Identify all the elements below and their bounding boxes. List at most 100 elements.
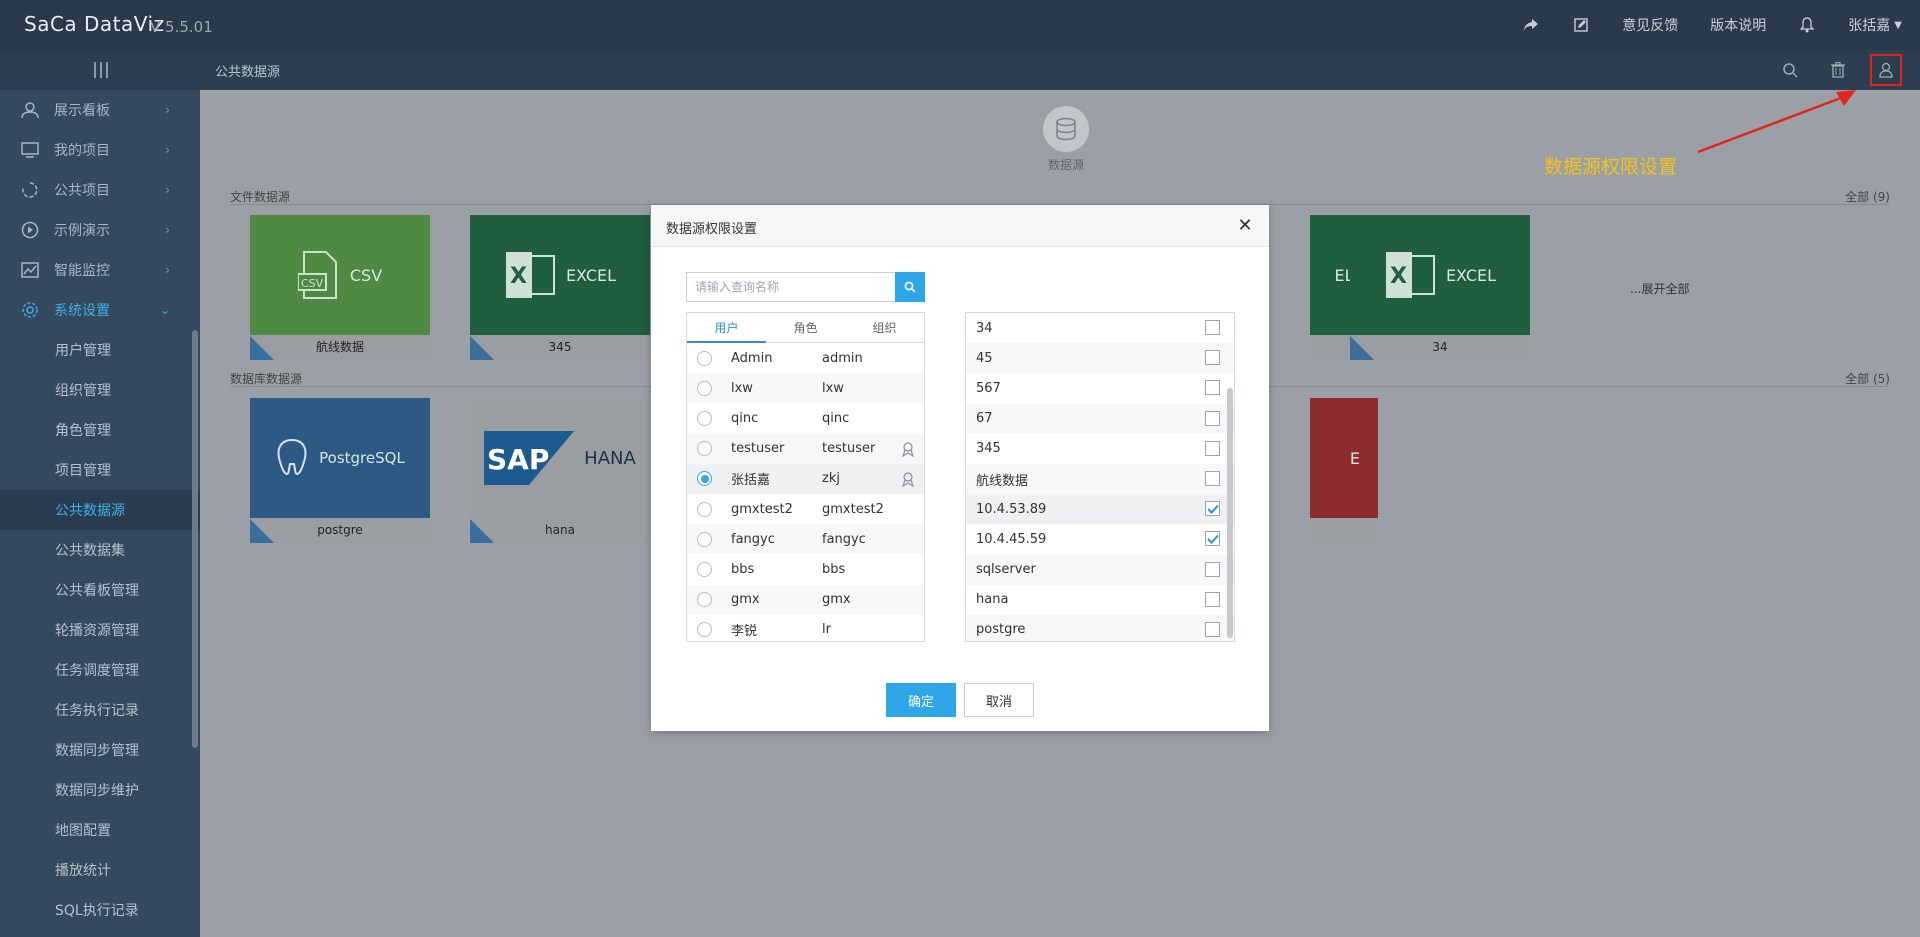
sidebar-subitem[interactable]: 数据同步维护 bbox=[0, 770, 200, 810]
user-radio[interactable] bbox=[697, 380, 712, 396]
db-section-count[interactable]: 全部 (5) bbox=[1845, 370, 1890, 387]
datasource-checkbox-checked[interactable] bbox=[1205, 501, 1220, 517]
datasource-checkbox[interactable] bbox=[1205, 561, 1220, 577]
datasource-checkbox[interactable] bbox=[1205, 621, 1220, 637]
user-row[interactable]: testuser testuser bbox=[687, 433, 924, 464]
sidebar-subitem[interactable]: 角色管理 bbox=[0, 410, 200, 450]
sidebar-subitem[interactable]: 轮播资源管理 bbox=[0, 610, 200, 650]
file-card[interactable]: X EXCEL 345 bbox=[470, 215, 650, 360]
edit-icon[interactable] bbox=[1572, 16, 1590, 34]
user-row[interactable]: gmx gmx bbox=[687, 584, 924, 615]
datasource-checkbox[interactable] bbox=[1205, 470, 1220, 486]
db-section-title: 数据库数据源 bbox=[230, 372, 303, 386]
datasource-checkbox[interactable] bbox=[1205, 440, 1220, 456]
file-card[interactable]: X EXCEL 34 bbox=[1350, 215, 1530, 360]
user-radio[interactable] bbox=[697, 561, 712, 577]
sidebar-subitem[interactable]: 任务调度管理 bbox=[0, 650, 200, 690]
user-account: gmx bbox=[822, 592, 851, 608]
sidebar-subitem[interactable]: 公共数据集 bbox=[0, 530, 200, 570]
user-radio[interactable] bbox=[697, 501, 712, 517]
user-permission-icon[interactable] bbox=[1870, 54, 1902, 86]
datasource-checkbox[interactable] bbox=[1205, 350, 1220, 366]
datasource-row[interactable]: 10.4.45.59 bbox=[966, 524, 1234, 554]
cancel-button[interactable]: 取消 bbox=[964, 683, 1034, 717]
datasource-row[interactable]: postgre bbox=[966, 614, 1234, 641]
user-row[interactable]: 李锐 lr bbox=[687, 615, 924, 641]
search-button[interactable] bbox=[895, 272, 925, 302]
sidebar-item-public-projects[interactable]: 公共项目 › bbox=[0, 170, 200, 210]
datasource-checkbox[interactable] bbox=[1205, 410, 1220, 426]
datasource-checkbox[interactable] bbox=[1205, 591, 1220, 607]
search-input[interactable] bbox=[686, 272, 896, 302]
user-radio[interactable] bbox=[697, 531, 712, 547]
datasource-checkbox[interactable] bbox=[1205, 320, 1220, 335]
sidebar-subitem[interactable]: SQL执行记录 bbox=[0, 890, 200, 930]
datasource-checkbox[interactable] bbox=[1205, 380, 1220, 396]
user-menu[interactable]: 张括嘉 ▼ bbox=[1848, 15, 1902, 35]
sidebar-subitem-active[interactable]: 公共数据源 bbox=[0, 490, 200, 530]
chart-icon bbox=[20, 260, 40, 280]
datasource-row[interactable]: 10.4.53.89 bbox=[966, 494, 1234, 525]
tab-roles[interactable]: 角色 bbox=[766, 313, 845, 342]
user-radio[interactable] bbox=[697, 350, 712, 366]
datasource-row[interactable]: sqlserver bbox=[966, 554, 1234, 585]
datasource-name: hana bbox=[976, 592, 1009, 608]
sidebar-subitem[interactable]: 地图配置 bbox=[0, 810, 200, 850]
user-row[interactable]: qinc qinc bbox=[687, 403, 924, 433]
sidebar-item-system-settings[interactable]: 系统设置 ⌄ bbox=[0, 290, 200, 330]
tab-orgs[interactable]: 组织 bbox=[845, 313, 924, 342]
user-radio[interactable] bbox=[697, 410, 712, 426]
bell-icon[interactable] bbox=[1798, 16, 1816, 34]
user-display-name: testuser bbox=[731, 441, 785, 457]
user-row[interactable]: bbs bbs bbox=[687, 554, 924, 584]
file-section-count[interactable]: 全部 (9) bbox=[1845, 188, 1890, 205]
sidebar-item-dashboards[interactable]: 展示看板 › bbox=[0, 90, 200, 130]
sidebar-item-demos[interactable]: 示例演示 › bbox=[0, 210, 200, 250]
user-radio-checked[interactable] bbox=[697, 471, 712, 487]
sidebar-subitem[interactable]: 任务执行记录 bbox=[0, 690, 200, 730]
datasource-row[interactable]: 345 bbox=[966, 434, 1234, 464]
sidebar-subitem[interactable]: 项目管理 bbox=[0, 450, 200, 490]
datasource-list-scrollbar[interactable] bbox=[1227, 388, 1233, 638]
share-icon[interactable] bbox=[1522, 16, 1540, 34]
user-radio[interactable] bbox=[697, 622, 712, 638]
user-row[interactable]: lxw lxw bbox=[687, 373, 924, 404]
user-radio[interactable] bbox=[697, 592, 712, 608]
datasource-row[interactable]: 45 bbox=[966, 343, 1234, 374]
tab-users[interactable]: 用户 bbox=[687, 313, 766, 343]
datasource-row[interactable]: 航线数据 bbox=[966, 463, 1234, 495]
datasource-row[interactable]: 67 bbox=[966, 403, 1234, 434]
expand-all-link[interactable]: ...展开全部 bbox=[1630, 280, 1689, 297]
sub-bar: 公共数据源 bbox=[0, 50, 1920, 90]
sidebar-subitem[interactable]: 组织管理 bbox=[0, 370, 200, 410]
datasource-row[interactable]: 34 bbox=[966, 313, 1234, 343]
sidebar-item-my-projects[interactable]: 我的项目 › bbox=[0, 130, 200, 170]
confirm-button[interactable]: 确定 bbox=[886, 683, 956, 717]
datasource-button[interactable]: 数据源 bbox=[1036, 106, 1096, 173]
db-card[interactable]: E bbox=[1310, 398, 1378, 543]
svg-text:X: X bbox=[1390, 264, 1407, 289]
user-display-name: gmx bbox=[731, 592, 760, 608]
db-card[interactable]: PostgreSQL postgre bbox=[250, 398, 430, 543]
feedback-link[interactable]: 意见反馈 bbox=[1622, 15, 1678, 35]
close-icon[interactable]: ✕ bbox=[1235, 215, 1255, 236]
user-row[interactable]: fangyc fangyc bbox=[687, 524, 924, 555]
user-account: testuser bbox=[822, 441, 876, 457]
sidebar-subitem[interactable]: 数据同步管理 bbox=[0, 730, 200, 770]
datasource-row[interactable]: 567 bbox=[966, 373, 1234, 403]
user-row[interactable]: Admin admin bbox=[687, 343, 924, 373]
sidebar-item-monitoring[interactable]: 智能监控 › bbox=[0, 250, 200, 290]
sidebar-scrollbar[interactable] bbox=[192, 330, 198, 748]
user-row-selected[interactable]: 张括嘉 zkj bbox=[687, 463, 924, 494]
datasource-row[interactable]: hana bbox=[966, 585, 1234, 615]
menu-toggle-icon[interactable] bbox=[92, 60, 110, 80]
sidebar-subitem[interactable]: 用户管理 bbox=[0, 330, 200, 370]
db-card[interactable]: SAP HANA hana bbox=[470, 398, 650, 543]
user-row[interactable]: gmxtest2 gmxtest2 bbox=[687, 494, 924, 524]
sidebar-subitem[interactable]: 公共看板管理 bbox=[0, 570, 200, 610]
release-notes-link[interactable]: 版本说明 bbox=[1710, 15, 1766, 35]
sidebar-subitem[interactable]: 播放统计 bbox=[0, 850, 200, 890]
file-card[interactable]: CSV CSV 航线数据 bbox=[250, 215, 430, 360]
user-radio[interactable] bbox=[697, 441, 712, 457]
datasource-checkbox-checked[interactable] bbox=[1205, 531, 1220, 547]
